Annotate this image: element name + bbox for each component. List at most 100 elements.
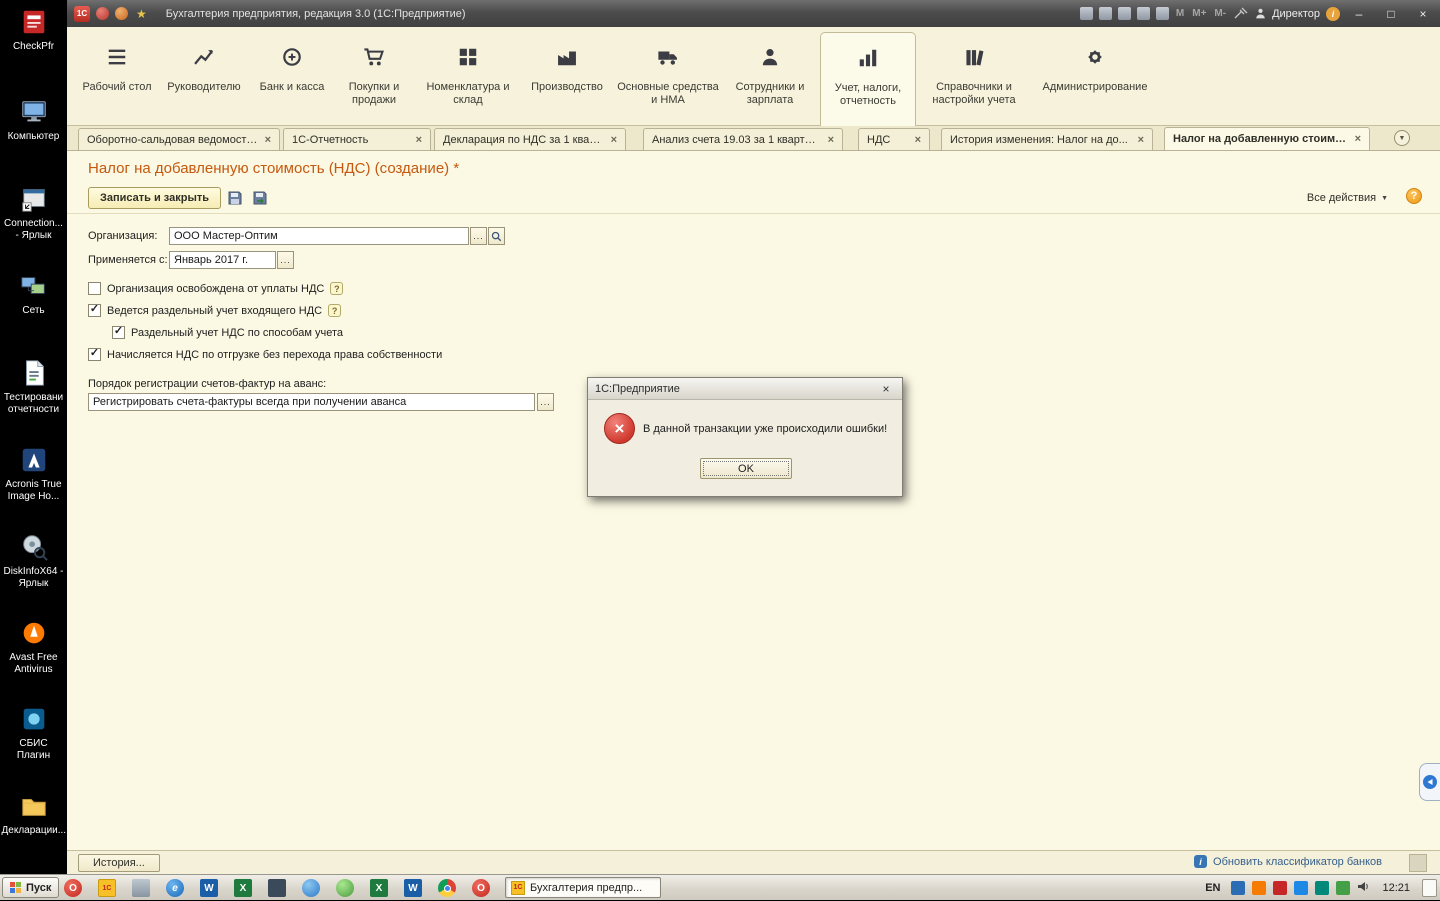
- section-accounting-taxes-reporting[interactable]: Учет, налоги, отчетность: [820, 32, 916, 126]
- desktop-icon-checkpfr[interactable]: CheckPfr: [0, 6, 67, 53]
- memory-recall-button[interactable]: M: [1175, 8, 1185, 19]
- fax-quicklaunch-icon[interactable]: [132, 879, 150, 897]
- tab-vat-new[interactable]: Налог на добавленную стоимос...×: [1164, 127, 1370, 150]
- desktop-icon-declarations[interactable]: Декларации...: [0, 790, 67, 837]
- messenger-tray-icon[interactable]: [1336, 881, 1350, 895]
- update-tray-icon[interactable]: [1273, 881, 1287, 895]
- antivirus-tray-icon[interactable]: [1252, 881, 1266, 895]
- maximize-button[interactable]: □: [1378, 5, 1404, 23]
- quick-access-icon-2[interactable]: [115, 7, 128, 20]
- clock[interactable]: 12:21: [1382, 882, 1410, 894]
- section-purchases-sales[interactable]: Покупки и продажи: [332, 32, 416, 125]
- tab-change-history[interactable]: История изменения: Налог на до...×: [941, 128, 1153, 150]
- section-employees-salary[interactable]: Сотрудники и зарплата: [722, 32, 818, 125]
- desktop-icon-acronis[interactable]: Acronis True Image Ho...: [0, 444, 67, 503]
- section-desktop[interactable]: Рабочий стол: [80, 32, 154, 125]
- opera2-quicklaunch-icon[interactable]: O: [472, 879, 490, 897]
- update-bank-classifier-link[interactable]: i Обновить классификатор банков: [1194, 855, 1382, 868]
- word-quicklaunch-icon[interactable]: W: [200, 879, 218, 897]
- organization-browse-button[interactable]: ...: [470, 227, 487, 245]
- chrome-quicklaunch-icon[interactable]: [438, 879, 456, 897]
- quick-access-icon[interactable]: [96, 7, 109, 20]
- close-icon[interactable]: ×: [915, 134, 921, 146]
- copy-icon[interactable]: [1099, 7, 1112, 20]
- network-tray-icon[interactable]: [1294, 881, 1308, 895]
- excel-doc-quicklaunch-icon[interactable]: X: [370, 879, 388, 897]
- section-references-settings[interactable]: Справочники и настройки учета: [918, 32, 1030, 125]
- openoffice-quicklaunch-icon[interactable]: [336, 879, 354, 897]
- taskbar-task-1c[interactable]: 1С Бухгалтерия предпр...: [505, 877, 661, 898]
- tab-scroll-button[interactable]: ▼: [1394, 130, 1410, 146]
- applies-from-browse-button[interactable]: ...: [277, 251, 294, 269]
- display-tray-icon[interactable]: [1231, 881, 1245, 895]
- save-icon[interactable]: [225, 188, 245, 208]
- table-icon[interactable]: [1137, 7, 1150, 20]
- desktop-icon-network[interactable]: Сеть: [0, 270, 67, 317]
- globe-quicklaunch-icon[interactable]: [302, 879, 320, 897]
- opera-quicklaunch-icon[interactable]: O: [64, 879, 82, 897]
- section-manager[interactable]: Руководителю: [156, 32, 252, 125]
- organization-search-button[interactable]: [488, 227, 505, 245]
- volume-icon[interactable]: [1357, 880, 1370, 896]
- desktop-icon-computer[interactable]: Компьютер: [0, 96, 67, 143]
- close-button[interactable]: ×: [1410, 5, 1436, 23]
- section-fixed-assets[interactable]: Основные средства и НМА: [616, 32, 720, 125]
- all-actions-button[interactable]: Все действия ▼: [1307, 192, 1388, 204]
- help-icon[interactable]: ?: [330, 282, 343, 295]
- current-user[interactable]: Директор: [1254, 7, 1320, 20]
- save-and-close-button[interactable]: Записать и закрыть: [88, 187, 221, 209]
- favorites-star-icon[interactable]: ★: [136, 7, 147, 21]
- language-indicator[interactable]: EN: [1205, 882, 1220, 894]
- edit-table-icon[interactable]: [1156, 7, 1169, 20]
- excel-quicklaunch-icon[interactable]: X: [234, 879, 252, 897]
- help-icon[interactable]: ?: [1406, 188, 1422, 204]
- tab-turnover-balance[interactable]: Оборотно-сальдовая ведомость ...×: [78, 128, 280, 150]
- memory-add-button[interactable]: M+: [1191, 8, 1207, 19]
- checkbox-unchecked[interactable]: [88, 282, 101, 295]
- checkbox-separate-methods-row[interactable]: ✓ Раздельный учет НДС по способам учета: [112, 326, 343, 339]
- minimize-button[interactable]: –: [1346, 5, 1372, 23]
- tab-1c-reporting[interactable]: 1С-Отчетность×: [283, 128, 431, 150]
- section-administration[interactable]: Администрирование: [1032, 32, 1158, 125]
- history-button[interactable]: История...: [78, 854, 160, 872]
- section-bank-cash[interactable]: Банк и касса: [254, 32, 330, 125]
- start-button[interactable]: Пуск: [2, 877, 59, 898]
- teamviewer-tray-icon[interactable]: [1315, 881, 1329, 895]
- teamviewer-edge-button[interactable]: [1419, 763, 1440, 801]
- show-desktop-button[interactable]: [1422, 879, 1437, 897]
- internet-explorer-quicklaunch-icon[interactable]: e: [166, 879, 184, 897]
- save-icon[interactable]: [1080, 7, 1093, 20]
- dialog-titlebar[interactable]: 1С:Предприятие ×: [588, 378, 902, 400]
- tab-vat-declaration[interactable]: Декларация по НДС за 1 кварта...×: [434, 128, 626, 150]
- info-icon[interactable]: i: [1326, 7, 1340, 21]
- 1c-quicklaunch-icon[interactable]: 1С: [98, 879, 116, 897]
- organization-input[interactable]: ООО Мастер-Оптим: [169, 227, 469, 245]
- syringe-icon[interactable]: [1233, 5, 1248, 23]
- tab-vat[interactable]: НДС×: [858, 128, 930, 150]
- checkbox-checked[interactable]: ✓: [112, 326, 125, 339]
- close-icon[interactable]: ×: [1355, 133, 1361, 145]
- applies-from-input[interactable]: Январь 2017 г.: [169, 251, 276, 269]
- document-icon[interactable]: [1118, 7, 1131, 20]
- save-document-icon[interactable]: [250, 188, 270, 208]
- close-icon[interactable]: ×: [1138, 134, 1144, 146]
- checkbox-org-exempt-row[interactable]: Организация освобождена от уплаты НДС ?: [88, 282, 343, 295]
- invoice-order-input[interactable]: Регистрировать счета-фактуры всегда при …: [88, 393, 535, 411]
- checkbox-shipment-vat-row[interactable]: ✓ Начисляется НДС по отгрузке без перехо…: [88, 348, 442, 361]
- close-icon[interactable]: ×: [416, 134, 422, 146]
- dialog-close-button[interactable]: ×: [877, 381, 895, 396]
- word-doc-quicklaunch-icon[interactable]: W: [404, 879, 422, 897]
- section-inventory-warehouse[interactable]: Номенклатура и склад: [418, 32, 518, 125]
- checkbox-checked[interactable]: ✓: [88, 304, 101, 317]
- checkbox-separate-vat-row[interactable]: ✓ Ведется раздельный учет входящего НДС …: [88, 304, 341, 317]
- desktop-icon-avast[interactable]: Avast Free Antivirus: [0, 617, 67, 676]
- close-icon[interactable]: ×: [611, 134, 617, 146]
- window-titlebar[interactable]: 1С ★ Бухгалтерия предприятия, редакция 3…: [67, 0, 1440, 27]
- resize-grip[interactable]: [1409, 854, 1427, 872]
- desktop-icon-connection[interactable]: Connection... - Ярлык: [0, 183, 67, 242]
- checkbox-checked[interactable]: ✓: [88, 348, 101, 361]
- section-production[interactable]: Производство: [520, 32, 614, 125]
- tab-account-analysis[interactable]: Анализ счета 19.03 за 1 квартал ...×: [643, 128, 843, 150]
- close-icon[interactable]: ×: [265, 134, 271, 146]
- help-icon[interactable]: ?: [328, 304, 341, 317]
